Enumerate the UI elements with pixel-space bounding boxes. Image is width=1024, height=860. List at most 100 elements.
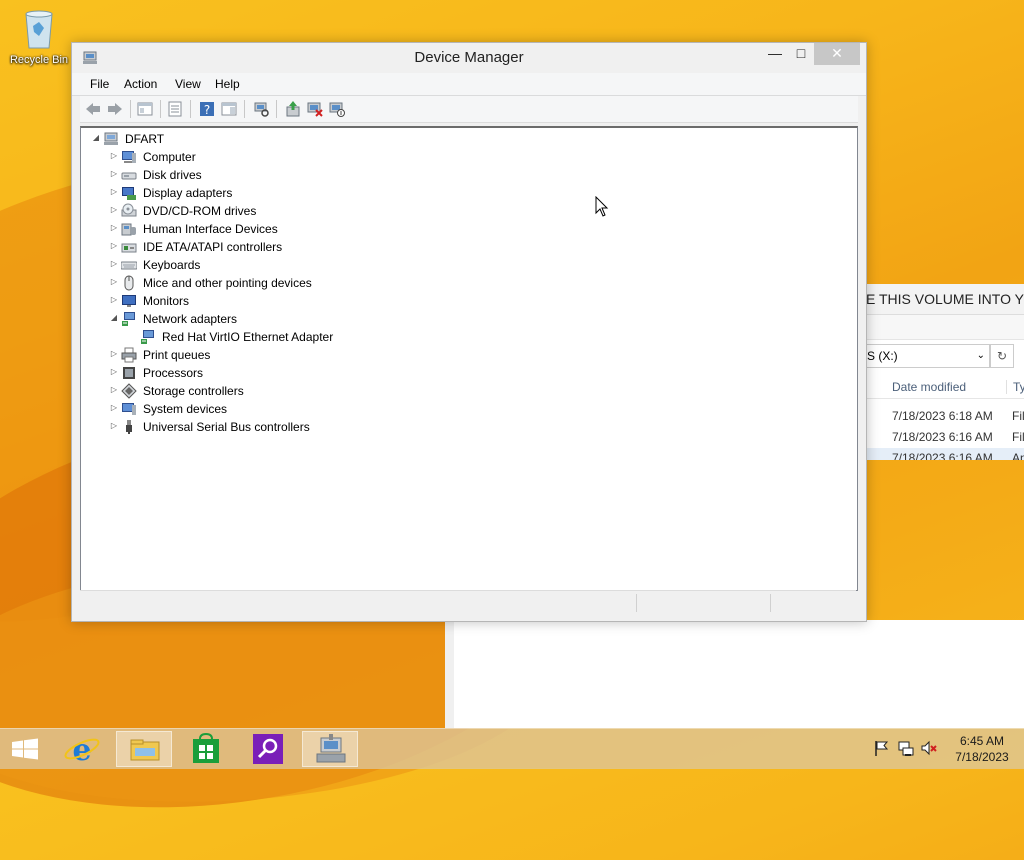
device-manager-taskbar-button[interactable] (302, 731, 358, 767)
action-center-flag-icon[interactable] (872, 739, 890, 757)
taskbar: e 6:45 AM 7/18/2023 (0, 728, 1024, 769)
tree-item-human-interface-devices[interactable]: ▷ Human Interface Devices (109, 220, 409, 238)
explorer-address-bar[interactable]: S (X:) ⌄ (866, 344, 990, 368)
collapse-arrow-icon[interactable]: ◢ (91, 133, 101, 143)
file-explorer-icon (130, 739, 160, 761)
expand-arrow-icon[interactable]: ▷ (109, 205, 119, 215)
volume-muted-icon[interactable] (920, 739, 938, 757)
title-bar[interactable]: Device Manager — □ ✕ (72, 43, 866, 71)
internet-explorer-taskbar-button[interactable]: e (54, 731, 110, 768)
tree-item-print-queues[interactable]: ▷ Print queues (109, 346, 409, 364)
menu-help[interactable]: Help (215, 77, 240, 91)
expand-arrow-icon[interactable]: ▷ (109, 403, 119, 413)
tree-item-disk-drives[interactable]: ▷ Disk drives (109, 166, 409, 184)
tree-item-label: Print queues (143, 348, 211, 362)
status-bar-separator (636, 594, 637, 612)
tree-item-label: Red Hat VirtIO Ethernet Adapter (162, 330, 334, 344)
explorer-banner: E THIS VOLUME INTO YO (866, 284, 1024, 315)
minimize-button[interactable]: — (762, 43, 788, 65)
expand-arrow-icon[interactable]: ▷ (109, 151, 119, 161)
tree-item-mice[interactable]: ▷ Mice and other pointing devices (109, 274, 409, 292)
file-explorer-taskbar-button[interactable] (116, 731, 172, 767)
expand-arrow-icon[interactable]: ▷ (109, 187, 119, 197)
status-bar-separator (770, 594, 771, 612)
tree-item-keyboards[interactable]: ▷ Keyboards (109, 256, 409, 274)
expand-arrow-icon[interactable]: ▷ (109, 385, 119, 395)
expand-arrow-icon[interactable]: ▷ (109, 223, 119, 233)
back-arrow-icon[interactable] (84, 100, 102, 118)
refresh-icon[interactable]: ↻ (990, 344, 1014, 368)
start-button[interactable] (0, 731, 50, 767)
explorer-file-row[interactable]: 7/18/2023 6:16 AM Fil (866, 427, 1024, 447)
file-type: Fil (1012, 430, 1024, 444)
explorer-ribbon (866, 315, 1024, 340)
computer-root-icon (103, 131, 119, 147)
expand-arrow-icon[interactable]: ▷ (109, 295, 119, 305)
toolbar-separator (244, 100, 245, 118)
uninstall-device-icon[interactable] (306, 100, 324, 118)
explorer-file-row[interactable]: 7/18/2023 6:16 AM Ap (866, 448, 1024, 460)
background-explorer-window[interactable]: E THIS VOLUME INTO YO S (X:) ⌄ ↻ Date mo… (866, 284, 1024, 460)
display-adapter-icon (121, 185, 137, 201)
maximize-button[interactable]: □ (788, 43, 814, 65)
expand-arrow-icon[interactable]: ▷ (109, 421, 119, 431)
taskbar-clock[interactable]: 6:45 AM 7/18/2023 (946, 733, 1018, 765)
column-type[interactable]: Ty (1006, 380, 1024, 394)
update-driver-icon[interactable] (284, 100, 302, 118)
tree-item-system-devices[interactable]: ▷ System devices (109, 400, 409, 418)
toolbar: ? (80, 96, 858, 123)
menu-view[interactable]: View (175, 77, 201, 91)
tree-item-monitors[interactable]: ▷ Monitors (109, 292, 409, 310)
tree-item-label: Storage controllers (143, 384, 244, 398)
tree-item-label: System devices (143, 402, 228, 416)
tree-item-storage-controllers[interactable]: ▷ Storage controllers (109, 382, 409, 400)
expand-arrow-icon[interactable]: ▷ (109, 169, 119, 179)
expand-arrow-icon[interactable]: ▷ (109, 349, 119, 359)
expand-arrow-icon[interactable]: ▷ (109, 259, 119, 269)
recycle-bin-icon (22, 6, 56, 50)
collapse-arrow-icon[interactable]: ◢ (109, 313, 119, 323)
help-icon[interactable]: ? (198, 100, 216, 118)
tree-root-label: DFART (125, 132, 165, 146)
explorer-column-header: Date modified Ty (866, 376, 1024, 399)
chevron-down-icon[interactable]: ⌄ (977, 345, 985, 367)
tree-item-red-hat-virtio-ethernet-adapter[interactable]: Red Hat VirtIO Ethernet Adapter (128, 328, 448, 346)
scan-hardware-icon[interactable] (252, 100, 270, 118)
forward-arrow-icon[interactable] (106, 100, 124, 118)
disable-device-icon[interactable] (328, 100, 346, 118)
tree-item-dvd-cd-rom-drives[interactable]: ▷ DVD/CD-ROM drives (109, 202, 409, 220)
column-date-modified[interactable]: Date modified (892, 380, 966, 394)
tree-item-display-adapters[interactable]: ▷ Display adapters (109, 184, 409, 202)
device-manager-window[interactable]: Device Manager — □ ✕ File Action View He… (71, 42, 867, 622)
expand-arrow-icon[interactable]: ▷ (109, 277, 119, 287)
recycle-bin-desktop-icon[interactable]: Recycle Bin (6, 6, 72, 66)
expand-arrow-icon[interactable]: ▷ (109, 367, 119, 377)
tree-item-usb-controllers[interactable]: ▷ Universal Serial Bus controllers (109, 418, 409, 436)
network-tray-icon[interactable] (897, 739, 915, 757)
tree-item-network-adapters[interactable]: ◢ Network adapters (109, 310, 409, 328)
menu-file[interactable]: File (90, 77, 109, 91)
close-button[interactable]: ✕ (814, 43, 860, 65)
tree-root-node[interactable]: ◢ DFART (91, 130, 291, 148)
expand-arrow-icon[interactable]: ▷ (109, 241, 119, 251)
file-date: 7/18/2023 6:16 AM (892, 451, 993, 460)
search-app-taskbar-button[interactable] (240, 731, 296, 767)
tree-item-label: Display adapters (143, 186, 233, 200)
menu-action[interactable]: Action (124, 77, 157, 91)
store-taskbar-button[interactable] (178, 731, 234, 767)
recycle-bin-label: Recycle Bin (9, 54, 69, 66)
show-hide-console-tree-icon[interactable] (136, 100, 154, 118)
status-bar (80, 590, 856, 615)
properties-icon[interactable] (166, 100, 184, 118)
tree-item-ide-ata-atapi-controllers[interactable]: ▷ IDE ATA/ATAPI controllers (109, 238, 409, 256)
explorer-file-row[interactable]: 7/18/2023 6:18 AM Fil (866, 406, 1024, 426)
svg-text:e: e (72, 733, 91, 767)
hid-icon (121, 221, 137, 237)
store-icon (193, 732, 219, 763)
tree-item-label: Human Interface Devices (143, 222, 278, 236)
tree-item-computer[interactable]: ▷ Computer (109, 148, 409, 166)
svg-text:?: ? (204, 103, 210, 117)
device-tree[interactable]: ◢ DFART ▷ Computer ▷ Disk drives ▷ Displ… (80, 126, 858, 591)
tree-item-processors[interactable]: ▷ Processors (109, 364, 409, 382)
action-pane-icon[interactable] (220, 100, 238, 118)
